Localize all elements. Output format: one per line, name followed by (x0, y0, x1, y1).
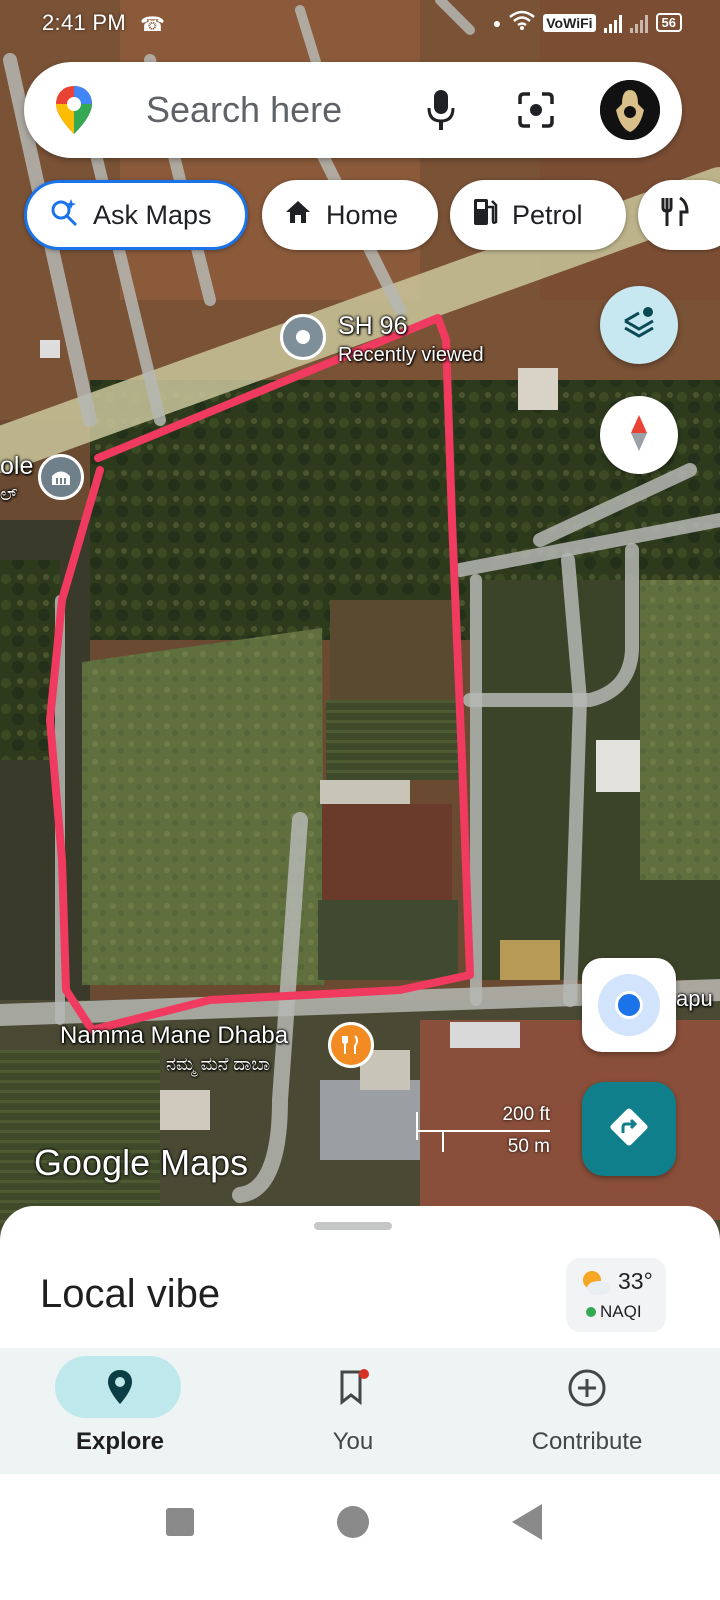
battery-icon: 56 (655, 13, 682, 32)
system-navigation-bar (0, 1474, 720, 1600)
weather-badge[interactable]: 33° NAQI (566, 1258, 666, 1332)
wifi-icon (509, 10, 536, 35)
google-lens-icon[interactable] (516, 90, 556, 135)
search-bar[interactable]: Search here (24, 62, 682, 158)
profile-avatar[interactable] (600, 80, 660, 140)
compass-button[interactable] (600, 396, 678, 474)
missed-call-icon: ☎ (140, 14, 165, 36)
directions-button[interactable] (582, 1082, 676, 1176)
location-dot-icon (598, 974, 660, 1036)
recently-viewed-pin-icon[interactable] (280, 314, 326, 360)
compass-icon (627, 413, 651, 458)
sparkle-search-icon (49, 197, 79, 234)
restaurant-pin-icon[interactable] (328, 1022, 374, 1068)
left-place-label-kn: ಲ್ (0, 484, 18, 504)
road-label: SH 96 (338, 312, 408, 340)
explore-pin-icon (106, 1368, 134, 1411)
ask-maps-chip[interactable]: Ask Maps (24, 180, 248, 250)
sheet-title: Local vibe (40, 1272, 221, 1316)
home-icon (284, 199, 312, 232)
dhaba-label-kn: ನಮ್ಮ ಮನೆ ದಾಬಾ (166, 1054, 271, 1074)
temple-pin-icon[interactable] (38, 454, 84, 500)
nav-you[interactable]: You (233, 1348, 473, 1474)
map-scale: 200 ft 50 m (414, 1104, 550, 1157)
home-chip[interactable]: Home (262, 180, 438, 250)
my-location-button[interactable] (582, 958, 676, 1052)
edge-road-label: apu (676, 986, 713, 1011)
recents-button[interactable] (166, 1508, 194, 1536)
scale-meters: 50 m (507, 1136, 550, 1157)
drag-handle[interactable] (314, 1222, 392, 1230)
search-input[interactable]: Search here (146, 89, 342, 131)
bottom-navigation: Explore You Contribute (0, 1348, 720, 1474)
layers-icon (619, 303, 659, 348)
signal-icon (603, 13, 622, 33)
chip-label: Ask Maps (93, 199, 212, 230)
left-place-label: ole (0, 452, 34, 480)
directions-icon (607, 1105, 651, 1154)
clock: 2:41 PM (42, 10, 127, 35)
microphone-icon[interactable] (426, 88, 456, 137)
signal-2-icon (629, 13, 648, 33)
nav-contribute[interactable]: Contribute (467, 1348, 707, 1474)
status-bar: 2:41 PM ☎ ● VoWiFi 56 (0, 0, 720, 50)
chip-label: Home (326, 199, 399, 230)
notification-dot-icon: ● (492, 14, 502, 31)
vowifi-badge: VoWiFi (543, 13, 596, 32)
fuel-icon (472, 197, 498, 234)
back-button[interactable] (512, 1504, 542, 1540)
scale-feet: 200 ft (502, 1104, 550, 1125)
aqi-status-dot (586, 1307, 596, 1317)
restaurant-icon (660, 196, 690, 235)
add-circle-icon (567, 1368, 607, 1413)
restaurants-chip[interactable] (638, 180, 720, 250)
maps-pin-logo-icon (54, 84, 94, 141)
layers-button[interactable] (600, 286, 678, 364)
bookmark-icon (336, 1368, 370, 1411)
google-maps-logo: Google Maps (34, 1142, 249, 1183)
petrol-chip[interactable]: Petrol (450, 180, 626, 250)
recently-viewed-label: Recently viewed (338, 344, 484, 366)
nav-label: You (332, 1428, 374, 1455)
nav-explore[interactable]: Explore (0, 1348, 240, 1474)
partly-sunny-icon (580, 1268, 612, 1301)
aqi-label: NAQI (600, 1302, 642, 1321)
temperature: 33° (618, 1268, 653, 1294)
dhaba-label[interactable]: Namma Mane Dhaba (60, 1022, 288, 1050)
home-button[interactable] (337, 1506, 369, 1538)
chip-label: Petrol (512, 199, 583, 230)
nav-label: Explore (75, 1428, 165, 1455)
nav-label: Contribute (531, 1428, 643, 1455)
